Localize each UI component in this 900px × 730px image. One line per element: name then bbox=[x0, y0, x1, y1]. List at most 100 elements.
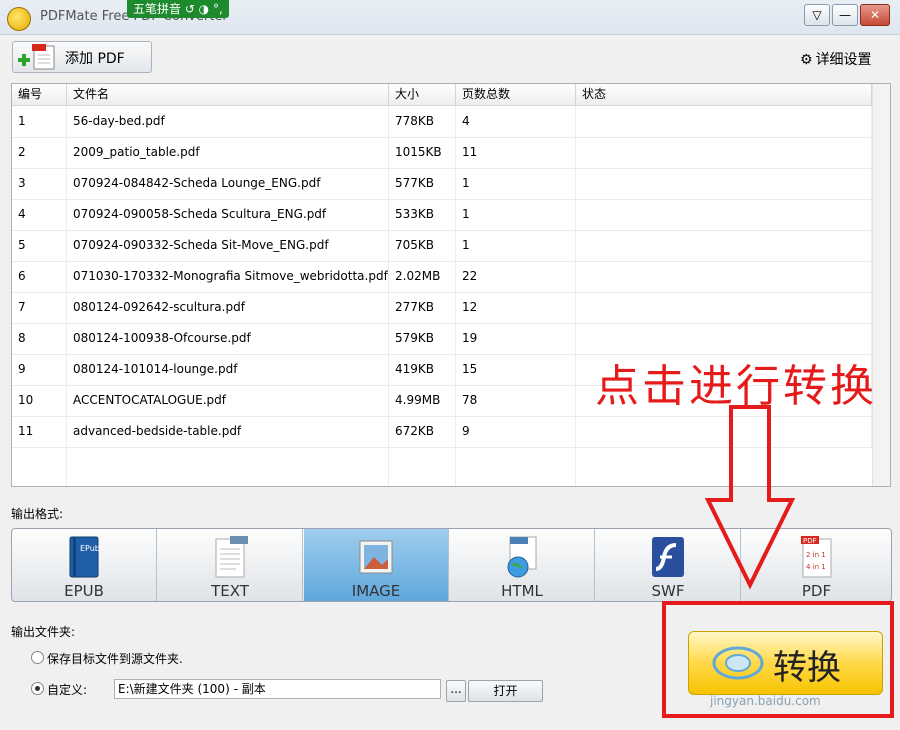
text-doc-icon bbox=[215, 536, 248, 578]
cell-status bbox=[576, 292, 872, 323]
cell-size: 1015KB bbox=[389, 137, 456, 168]
cell-pages: 11 bbox=[456, 137, 576, 168]
save-to-source-label: 保存目标文件到源文件夹. bbox=[47, 652, 183, 666]
cell-size: 4.99MB bbox=[389, 385, 456, 416]
format-html-button[interactable]: HTML bbox=[450, 529, 595, 601]
table-header: 编号 文件名 大小 页数总数 状态 bbox=[12, 84, 872, 106]
cell-number: 9 bbox=[12, 354, 67, 385]
browse-button[interactable]: ... bbox=[446, 680, 466, 702]
format-text-button[interactable]: TEXT bbox=[158, 529, 303, 601]
col-header-status[interactable]: 状态 bbox=[576, 84, 872, 105]
cell-status bbox=[576, 106, 872, 137]
cell-size: 277KB bbox=[389, 292, 456, 323]
cell-size: 2.02MB bbox=[389, 261, 456, 292]
column-divider bbox=[66, 106, 67, 486]
cell-size: 672KB bbox=[389, 416, 456, 447]
format-text-label: TEXT bbox=[211, 582, 249, 600]
cell-size: 705KB bbox=[389, 230, 456, 261]
cell-filename: 080124-100938-Ofcourse.pdf bbox=[67, 323, 389, 354]
output-path-input[interactable] bbox=[114, 679, 441, 699]
settings-link[interactable]: ⚙ 详细设置 bbox=[800, 49, 872, 69]
custom-folder-radio[interactable] bbox=[31, 682, 44, 695]
cell-size: 419KB bbox=[389, 354, 456, 385]
cell-pages: 1 bbox=[456, 230, 576, 261]
cell-size: 778KB bbox=[389, 106, 456, 137]
cell-filename: 080124-101014-lounge.pdf bbox=[67, 354, 389, 385]
menu-dropdown-button[interactable]: ▽ bbox=[804, 4, 830, 26]
col-header-filename[interactable]: 文件名 bbox=[67, 84, 389, 105]
format-image-button[interactable]: IMAGE bbox=[304, 529, 449, 601]
cell-status bbox=[576, 137, 872, 168]
pdf-icon-4in1: 4 in 1 bbox=[806, 563, 826, 571]
cell-filename: 2009_patio_table.pdf bbox=[67, 137, 389, 168]
cell-pages: 15 bbox=[456, 354, 576, 385]
settings-label: 详细设置 bbox=[815, 52, 872, 68]
app-logo-icon bbox=[7, 7, 31, 31]
table-row[interactable]: 1 56-day-bed.pdf 778KB 4 bbox=[12, 106, 872, 138]
annotation-arrow bbox=[704, 405, 796, 590]
output-format-label: 输出格式: bbox=[11, 507, 64, 521]
cell-number: 5 bbox=[12, 230, 67, 261]
cell-filename: 070924-090332-Scheda Sit-Move_ENG.pdf bbox=[67, 230, 389, 261]
svg-text:EPub: EPub bbox=[80, 544, 100, 553]
column-divider bbox=[455, 106, 456, 486]
cell-filename: 070924-090058-Scheda Scultura_ENG.pdf bbox=[67, 199, 389, 230]
cell-filename: 56-day-bed.pdf bbox=[67, 106, 389, 137]
cell-size: 579KB bbox=[389, 323, 456, 354]
cell-pages: 4 bbox=[456, 106, 576, 137]
cell-status bbox=[576, 230, 872, 261]
flash-icon bbox=[652, 537, 684, 577]
cell-number: 8 bbox=[12, 323, 67, 354]
cell-number: 10 bbox=[12, 385, 67, 416]
cell-filename: 080124-092642-scultura.pdf bbox=[67, 292, 389, 323]
watermark: jingyan.baidu.com bbox=[710, 694, 821, 708]
col-header-number[interactable]: 编号 bbox=[12, 84, 67, 105]
column-divider bbox=[388, 106, 389, 486]
cell-size: 533KB bbox=[389, 199, 456, 230]
cell-pages: 1 bbox=[456, 199, 576, 230]
minimize-button[interactable]: — bbox=[832, 4, 858, 26]
add-pdf-button[interactable]: 添加 PDF bbox=[12, 41, 152, 73]
image-icon bbox=[359, 540, 393, 574]
format-epub-button[interactable]: EPub EPUB bbox=[12, 529, 157, 601]
epub-book-icon: EPub bbox=[69, 536, 100, 578]
cell-pages: 9 bbox=[456, 416, 576, 447]
output-folder-label: 输出文件夹: bbox=[11, 625, 76, 639]
close-button[interactable]: ✕ bbox=[860, 4, 890, 26]
format-epub-label: EPUB bbox=[64, 582, 104, 600]
gear-icon: ⚙ bbox=[800, 52, 813, 68]
save-to-source-radio[interactable] bbox=[31, 651, 44, 664]
cell-pages: 78 bbox=[456, 385, 576, 416]
title-bar: PDFMate Free PDF Converter 五笔拼音 ↺ ◑ °, ▽… bbox=[0, 0, 900, 35]
table-row[interactable]: 4 070924-090058-Scheda Scultura_ENG.pdf 53… bbox=[12, 199, 872, 231]
cell-number: 2 bbox=[12, 137, 67, 168]
cell-filename: 070924-084842-Scheda Lounge_ENG.pdf bbox=[67, 168, 389, 199]
table-row[interactable]: 3 070924-084842-Scheda Lounge_ENG.pdf 577K… bbox=[12, 168, 872, 200]
table-row[interactable]: 7 080124-092642-scultura.pdf 277KB 12 bbox=[12, 292, 872, 324]
cell-pages: 12 bbox=[456, 292, 576, 323]
ime-toolbar[interactable]: 五笔拼音 ↺ ◑ °, bbox=[127, 0, 229, 18]
cell-status bbox=[576, 199, 872, 230]
col-header-pages[interactable]: 页数总数 bbox=[456, 84, 576, 105]
open-folder-button[interactable]: 打开 bbox=[468, 680, 543, 702]
format-image-label: IMAGE bbox=[351, 582, 401, 600]
cell-size: 577KB bbox=[389, 168, 456, 199]
custom-folder-label: 自定义: bbox=[47, 683, 88, 697]
cell-pages: 1 bbox=[456, 168, 576, 199]
cell-pages: 22 bbox=[456, 261, 576, 292]
add-pdf-icon bbox=[18, 44, 55, 70]
cell-number: 6 bbox=[12, 261, 67, 292]
col-header-size[interactable]: 大小 bbox=[389, 84, 456, 105]
table-row[interactable]: 2 2009_patio_table.pdf 1015KB 11 bbox=[12, 137, 872, 169]
cell-number: 4 bbox=[12, 199, 67, 230]
cell-filename: ACCENTOCATALOGUE.pdf bbox=[67, 385, 389, 416]
table-row[interactable]: 5 070924-090332-Scheda Sit-Move_ENG.pdf 70… bbox=[12, 230, 872, 262]
cell-status bbox=[576, 261, 872, 292]
cell-number: 1 bbox=[12, 106, 67, 137]
cell-number: 7 bbox=[12, 292, 67, 323]
cell-status bbox=[576, 168, 872, 199]
table-row[interactable]: 6 071030-170332-Monografia Sitmove_webrid… bbox=[12, 261, 872, 293]
cell-number: 3 bbox=[12, 168, 67, 199]
pdf-icon-2in1: 2 in 1 bbox=[806, 551, 826, 559]
table-scrollbar[interactable] bbox=[872, 84, 890, 486]
